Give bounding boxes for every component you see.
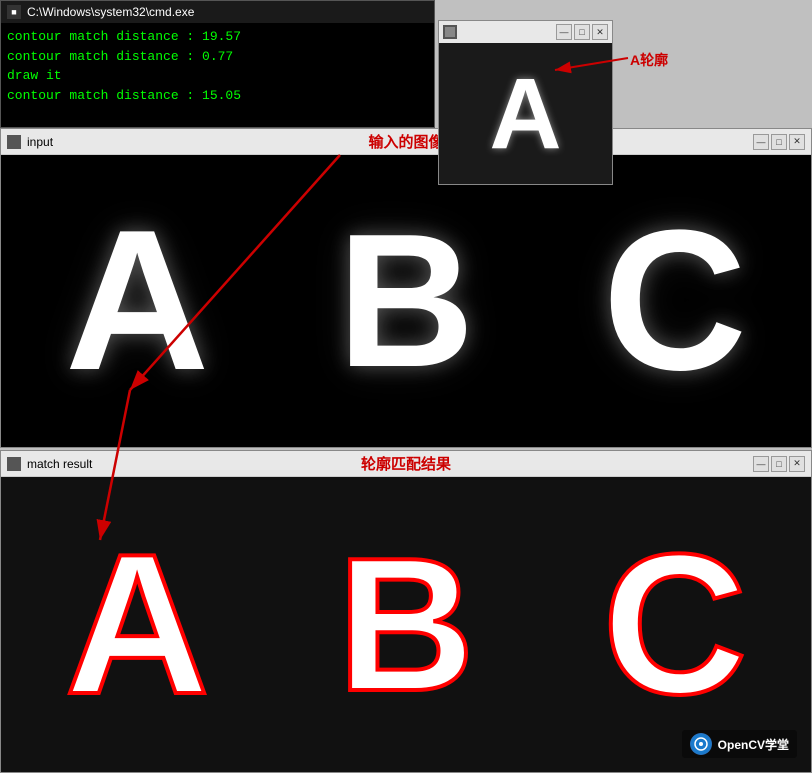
input-window: input 输入的图像 — □ ✕ A B C bbox=[0, 128, 812, 448]
input-window-icon bbox=[7, 135, 21, 149]
match-window: match result 轮廓匹配结果 — □ ✕ A B C bbox=[0, 450, 812, 773]
a-titlebar-left bbox=[443, 25, 457, 39]
cmd-line-3: draw it bbox=[7, 66, 428, 86]
match-letter-a: A bbox=[65, 525, 209, 725]
a-contour-titlebar: — □ ✕ bbox=[439, 21, 612, 43]
cmd-window: ■ C:\Windows\system32\cmd.exe contour ma… bbox=[0, 0, 435, 128]
match-letter-c: C bbox=[603, 525, 747, 725]
input-window-title: input bbox=[27, 135, 53, 149]
input-titlebar-left: input bbox=[7, 135, 53, 149]
watermark-icon bbox=[690, 733, 712, 755]
a-contour-letter: A bbox=[489, 64, 561, 164]
cmd-line-4: contour match distance : 15.05 bbox=[7, 86, 428, 106]
match-center-label: 轮廓匹配结果 bbox=[361, 453, 451, 474]
match-window-icon bbox=[7, 457, 21, 471]
match-titlebar: match result 轮廓匹配结果 — □ ✕ bbox=[1, 451, 811, 477]
match-titlebar-controls[interactable]: — □ ✕ bbox=[753, 456, 805, 472]
cmd-title: C:\Windows\system32\cmd.exe bbox=[27, 5, 194, 19]
match-window-title: match result bbox=[27, 457, 92, 471]
a-window-maximize[interactable]: □ bbox=[574, 24, 590, 40]
match-letter-b: B bbox=[337, 530, 474, 720]
a-titlebar-controls[interactable]: — □ ✕ bbox=[556, 24, 608, 40]
a-window-close[interactable]: ✕ bbox=[592, 24, 608, 40]
input-titlebar: input 输入的图像 — □ ✕ bbox=[1, 129, 811, 155]
cmd-titlebar: ■ C:\Windows\system32\cmd.exe bbox=[1, 1, 434, 23]
cmd-line-1: contour match distance : 19.57 bbox=[7, 27, 428, 47]
input-minimize[interactable]: — bbox=[753, 134, 769, 150]
input-image-content: A B C bbox=[1, 155, 811, 447]
a-contour-label: A轮廓 bbox=[630, 50, 668, 70]
a-window-icon bbox=[443, 25, 457, 39]
input-letters-row: A B C bbox=[1, 155, 811, 447]
cmd-icon: ■ bbox=[7, 5, 21, 19]
watermark: OpenCV学堂 bbox=[682, 730, 797, 758]
watermark-text: OpenCV学堂 bbox=[718, 736, 789, 753]
match-close[interactable]: ✕ bbox=[789, 456, 805, 472]
input-letter-c: C bbox=[603, 201, 747, 401]
input-letter-b: B bbox=[337, 206, 474, 396]
input-center-label: 输入的图像 bbox=[368, 131, 443, 152]
match-image-content: A B C bbox=[1, 477, 811, 772]
cmd-line-2: contour match distance : 0.77 bbox=[7, 47, 428, 67]
match-minimize[interactable]: — bbox=[753, 456, 769, 472]
a-contour-window: — □ ✕ A bbox=[438, 20, 613, 185]
input-titlebar-controls[interactable]: — □ ✕ bbox=[753, 134, 805, 150]
cmd-content: contour match distance : 19.57 contour m… bbox=[1, 23, 434, 109]
a-window-minimize[interactable]: — bbox=[556, 24, 572, 40]
input-maximize[interactable]: □ bbox=[771, 134, 787, 150]
input-close[interactable]: ✕ bbox=[789, 134, 805, 150]
input-letter-a: A bbox=[65, 201, 209, 401]
match-maximize[interactable]: □ bbox=[771, 456, 787, 472]
a-contour-content: A bbox=[439, 43, 612, 184]
match-titlebar-left: match result bbox=[7, 457, 92, 471]
